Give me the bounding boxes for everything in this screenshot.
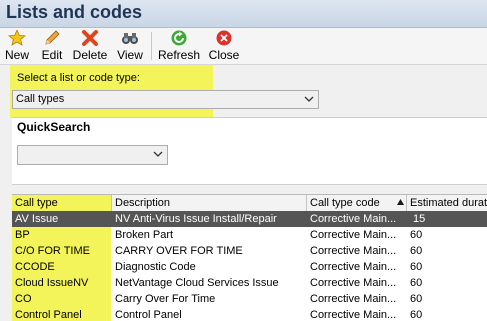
chevron-down-icon [153,151,163,157]
table-row[interactable]: AV Issue NV Anti-Virus Issue Install/Rep… [12,211,487,227]
table-row[interactable]: CO Carry Over For Time Corrective Main..… [12,291,487,307]
cell-estimated-duration: 60 [410,245,423,257]
cell-estimated-duration: 60 [410,309,423,321]
cell-description: NetVantage Cloud Services Issue [115,277,279,289]
cell-call-type-code: Corrective Main... [310,277,397,289]
chevron-down-icon [304,96,314,102]
pencil-icon [45,30,60,45]
quicksearch-select[interactable] [17,145,168,165]
cell-call-type-code: Corrective Main... [310,261,397,273]
cell-call-type-code: Corrective Main... [310,309,397,321]
binoculars-icon [122,33,138,44]
cell-description: Control Panel [115,309,182,321]
cell-call-type-code: Corrective Main... [310,293,397,305]
close-icon [216,30,232,46]
delete-x-icon [82,30,98,46]
cell-estimated-duration: 15 [413,213,426,225]
delete-label: Delete [72,48,108,62]
cell-call-type: C/O FOR TIME [15,245,90,257]
new-label: New [4,48,29,62]
new-button[interactable]: New [4,28,30,64]
star-icon [8,30,26,46]
cell-call-type-code: Corrective Main... [310,245,397,257]
refresh-icon [171,30,187,46]
cell-call-type: Cloud IssueNV [15,277,89,289]
list-type-select[interactable]: Call types [12,90,319,109]
call-types-table: Call type Description Call type code Est… [12,194,487,321]
cell-estimated-duration: 60 [410,277,423,289]
refresh-button[interactable]: Refresh [157,28,201,64]
table-row[interactable]: Control Panel Control Panel Corrective M… [12,307,487,321]
cell-call-type: Control Panel [15,309,82,321]
list-type-label: Select a list or code type: [17,72,140,84]
column-header-estimated-duration[interactable]: Estimated durati [407,195,487,211]
refresh-label: Refresh [157,48,201,62]
cell-description: Broken Part [115,229,174,241]
column-header-call-type-code[interactable]: Call type code [307,195,407,211]
edit-button[interactable]: Edit [38,28,66,64]
cell-estimated-duration: 60 [410,293,423,305]
cell-call-type: CCODE [15,261,55,273]
sort-ascending-icon [397,199,404,205]
cell-description: CARRY OVER FOR TIME [115,245,243,257]
table-row[interactable]: Cloud IssueNV NetVantage Cloud Services … [12,275,487,291]
view-label: View [117,48,143,62]
cell-estimated-duration: 60 [410,229,423,241]
cell-call-type-code: Corrective Main... [310,229,397,241]
cell-estimated-duration: 60 [410,261,423,273]
quicksearch-title: QuickSearch [17,120,91,134]
title-bar: Lists and codes [0,0,487,28]
cell-call-type: AV Issue [15,213,59,225]
delete-button[interactable]: Delete [71,28,109,64]
table-row[interactable]: BP Broken Part Corrective Main... 60 [12,227,487,243]
cell-call-type: BP [15,229,30,241]
toolbar-separator [151,32,152,60]
column-header-call-type-code-label: Call type code [310,197,380,209]
list-type-value: Call types [16,93,65,105]
cell-call-type: CO [15,293,32,305]
toolbar: New Edit Delete View Refresh Close [0,28,487,65]
window-title: Lists and codes [6,2,143,22]
cell-description: Diagnostic Code [115,261,196,273]
view-button[interactable]: View [115,28,145,64]
column-header-description[interactable]: Description [112,195,307,211]
close-button[interactable]: Close [206,28,242,64]
cell-description: Carry Over For Time [115,293,216,305]
column-header-call-type[interactable]: Call type [12,195,112,211]
table-row[interactable]: CCODE Diagnostic Code Corrective Main...… [12,259,487,275]
edit-label: Edit [41,48,63,62]
cell-call-type-code: Corrective Main... [310,213,397,225]
cell-description: NV Anti-Virus Issue Install/Repair [115,213,277,225]
table-header: Call type Description Call type code Est… [12,194,487,212]
table-row[interactable]: C/O FOR TIME CARRY OVER FOR TIME Correct… [12,243,487,259]
close-label: Close [208,48,240,62]
